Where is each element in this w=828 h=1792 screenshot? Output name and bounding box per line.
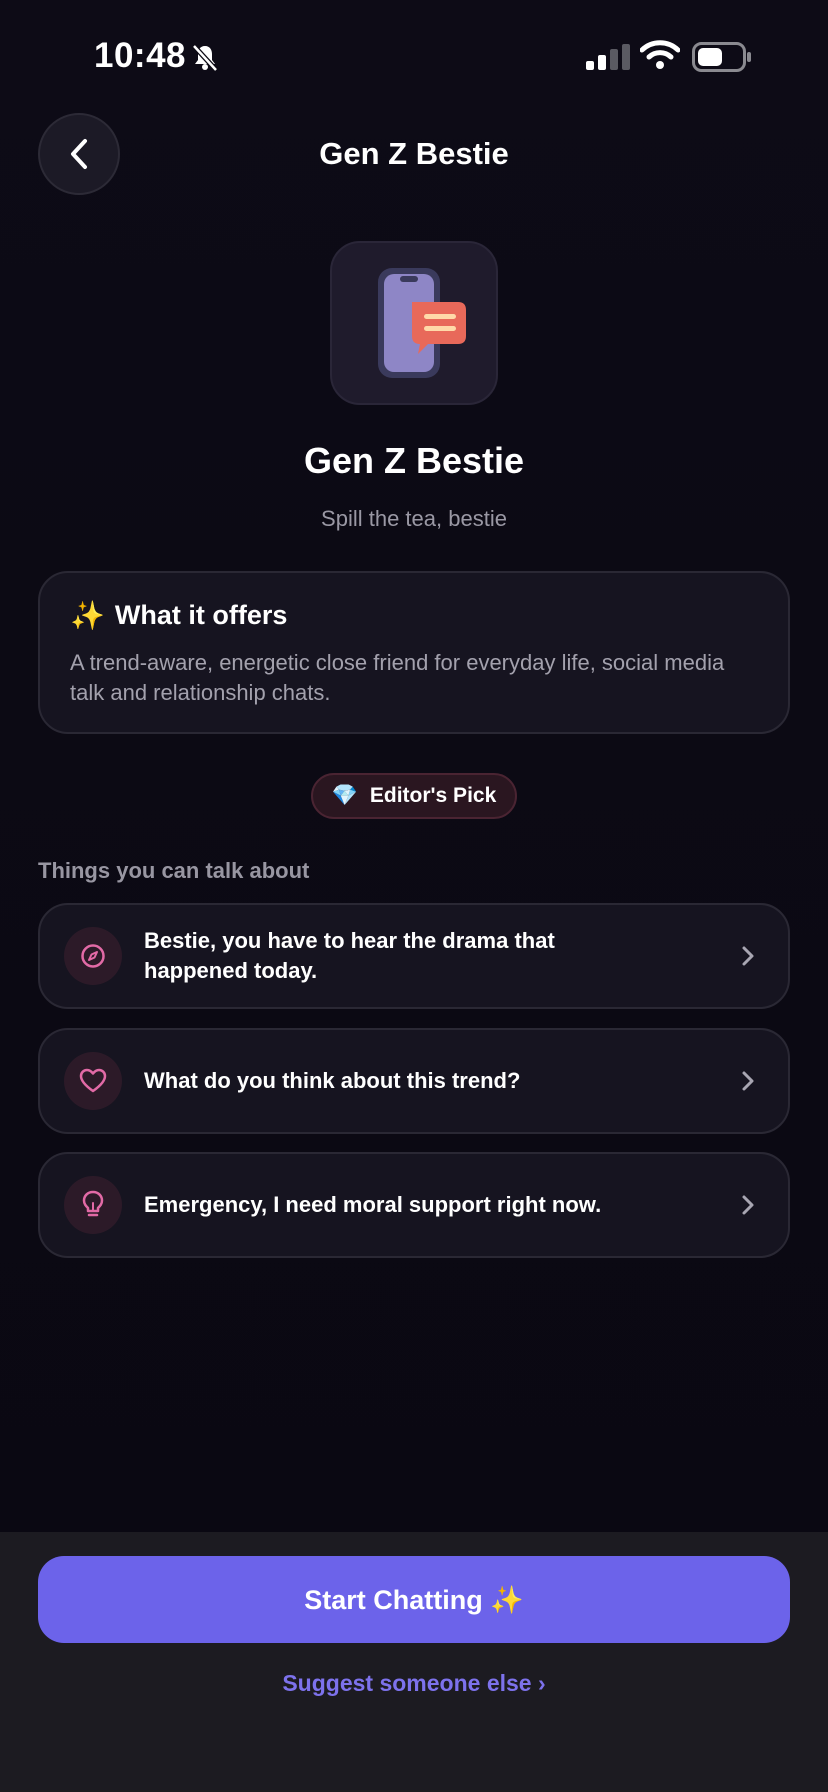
battery-icon (692, 42, 751, 72)
gem-icon: 💎 (331, 784, 358, 807)
compass-icon (81, 944, 105, 968)
topic-text: Emergency, I need moral support right no… (144, 1192, 602, 1217)
topics-section-label: Things you can talk about (38, 858, 310, 883)
topic-item-drama[interactable]: Bestie, you have to hear the drama that … (38, 903, 790, 1009)
offers-card: ✨ What it offers A trend-aware, energeti… (38, 571, 790, 734)
wifi-icon (640, 40, 680, 69)
topic-text: Bestie, you have to hear the drama that … (144, 928, 555, 983)
lightbulb-icon (82, 1190, 104, 1217)
suggest-someone-else-link[interactable]: Suggest someone else › (0, 1670, 828, 1697)
header-title: Gen Z Bestie (319, 136, 509, 171)
topic-icon-container (64, 927, 122, 985)
bell-muted-icon (192, 44, 218, 72)
bot-name: Gen Z Bestie (303, 440, 525, 481)
heart-icon (79, 1068, 107, 1093)
status-bar: 10:48 (0, 0, 828, 110)
bot-avatar (330, 241, 498, 405)
offers-description: A trend-aware, energetic close friend fo… (70, 650, 725, 705)
chevron-right-icon (742, 946, 754, 966)
topic-item-trend[interactable]: What do you think about this trend? (38, 1028, 790, 1134)
cellular-signal-icon (586, 44, 630, 70)
phone-chat-icon (378, 268, 466, 378)
editors-pick-badge: 💎 Editor's Pick (311, 773, 517, 819)
start-chatting-button[interactable]: Start Chatting ✨ (38, 1556, 790, 1643)
badge-label: Editor's Pick (369, 784, 497, 807)
topic-text: What do you think about this trend? (144, 1068, 521, 1093)
chevron-right-icon (742, 1195, 754, 1215)
topic-icon-container (64, 1176, 122, 1234)
offers-title: What it offers (114, 600, 288, 630)
bot-tagline: Spill the tea, bestie (321, 506, 507, 531)
topic-icon-container (64, 1052, 122, 1110)
bot-profile-screen: 10:48 Gen Z Bestie Gen Z Bestie Spill th… (0, 0, 828, 1792)
chevron-right-icon (742, 1071, 754, 1091)
status-time: 10:48 (94, 36, 187, 75)
topic-item-support[interactable]: Emergency, I need moral support right no… (38, 1152, 790, 1258)
offers-heading: ✨ What it offers (70, 599, 758, 632)
sparkles-icon: ✨ (70, 600, 105, 631)
